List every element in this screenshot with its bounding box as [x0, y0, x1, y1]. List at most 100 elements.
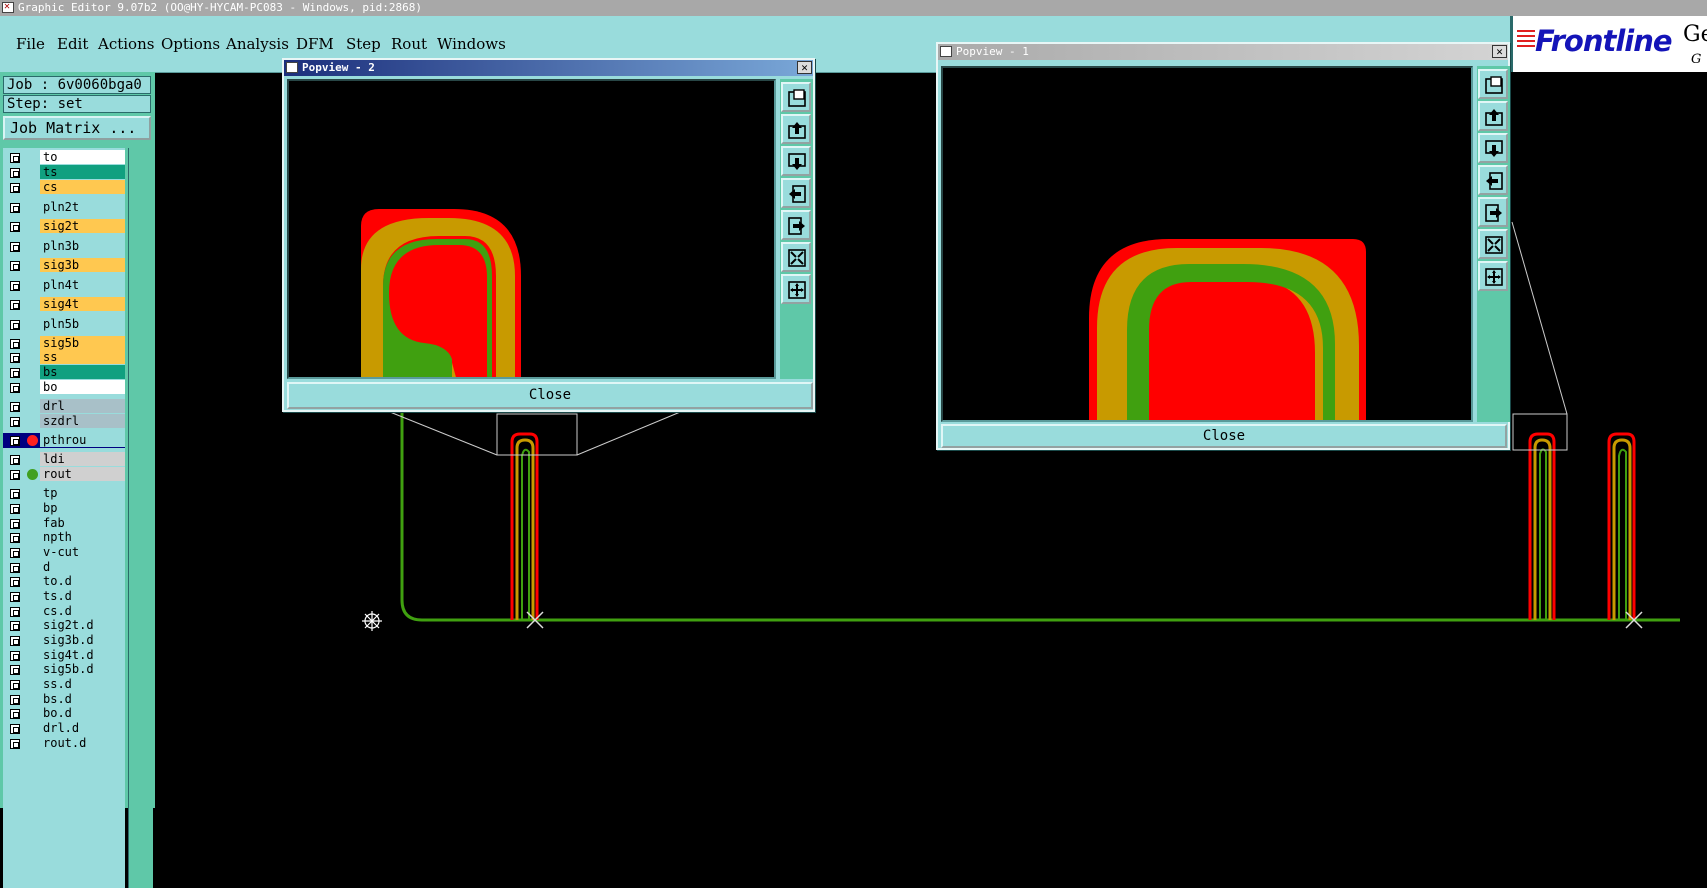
layer-checkbox[interactable]: [10, 724, 20, 734]
layer-checkbox[interactable]: [10, 470, 20, 480]
layer-row-ts-d[interactable]: ts.d: [3, 589, 125, 604]
layer-row-pln3b[interactable]: pln3b: [3, 239, 125, 254]
layer-checkbox[interactable]: [10, 489, 20, 499]
layer-checkbox[interactable]: [10, 592, 20, 602]
layer-row-pln4t[interactable]: pln4t: [3, 278, 125, 293]
layer-row-szdrl[interactable]: szdrl: [3, 414, 125, 429]
pan-left-button[interactable]: [781, 178, 811, 208]
zoom-fit-button[interactable]: [1478, 69, 1508, 99]
layer-row-rout-d[interactable]: rout.d: [3, 736, 125, 751]
layer-checkbox[interactable]: [10, 621, 20, 631]
layer-checkbox[interactable]: [10, 242, 20, 252]
layer-row-rout[interactable]: rout: [3, 467, 125, 482]
layer-checkbox[interactable]: [10, 577, 20, 587]
layer-checkbox[interactable]: [10, 455, 20, 465]
layer-row-sig4t[interactable]: sig4t: [3, 297, 125, 312]
layer-checkbox[interactable]: [10, 607, 20, 617]
layer-checkbox[interactable]: [10, 739, 20, 749]
popview-2-close-button[interactable]: Close: [287, 382, 813, 409]
zoom-in-button[interactable]: [1478, 261, 1508, 291]
layer-checkbox[interactable]: [10, 383, 20, 393]
layer-row-sig2t-d[interactable]: sig2t.d: [3, 618, 125, 633]
pan-down-button[interactable]: [1478, 133, 1508, 163]
layer-row-v-cut[interactable]: v-cut: [3, 545, 125, 560]
layer-row-sig4t-d[interactable]: sig4t.d: [3, 648, 125, 663]
layer-checkbox[interactable]: [10, 402, 20, 412]
layer-checkbox[interactable]: [10, 153, 20, 163]
menu-file[interactable]: File: [16, 35, 45, 53]
pan-right-button[interactable]: [1478, 197, 1508, 227]
layer-checkbox[interactable]: [10, 436, 20, 446]
layer-checkbox[interactable]: [10, 417, 20, 427]
layer-checkbox[interactable]: [10, 339, 20, 349]
menu-dfm[interactable]: DFM: [296, 35, 334, 53]
pan-down-button[interactable]: [781, 146, 811, 176]
menu-options[interactable]: Options: [161, 35, 220, 53]
layer-checkbox[interactable]: [10, 695, 20, 705]
layer-row-to-d[interactable]: to.d: [3, 574, 125, 589]
layer-row-ss[interactable]: ss: [3, 350, 125, 365]
popview-2-view[interactable]: [287, 79, 776, 379]
layer-row-bs[interactable]: bs: [3, 365, 125, 380]
layer-checkbox[interactable]: [10, 353, 20, 363]
layer-row-sig3b[interactable]: sig3b: [3, 258, 125, 273]
layer-row-bs-d[interactable]: bs.d: [3, 692, 125, 707]
popview-1-close-button[interactable]: Close: [941, 424, 1507, 448]
popview-2-titlebar[interactable]: Popview - 2: [284, 60, 813, 76]
layer-checkbox[interactable]: [10, 504, 20, 514]
menu-step[interactable]: Step: [346, 35, 381, 53]
pan-left-button[interactable]: [1478, 165, 1508, 195]
layer-checkbox[interactable]: [10, 519, 20, 529]
menu-rout[interactable]: Rout: [391, 35, 427, 53]
layer-row-fab[interactable]: fab: [3, 516, 125, 531]
layer-row-cs[interactable]: cs: [3, 180, 125, 195]
layer-checkbox[interactable]: [10, 281, 20, 291]
menu-analysis[interactable]: Analysis: [226, 35, 289, 53]
layer-row-bo[interactable]: bo: [3, 380, 125, 395]
layer-row-ts[interactable]: ts: [3, 165, 125, 180]
layer-row-sig5b-d[interactable]: sig5b.d: [3, 662, 125, 677]
layer-checkbox[interactable]: [10, 665, 20, 675]
layer-checkbox[interactable]: [10, 680, 20, 690]
menu-edit[interactable]: Edit: [57, 35, 88, 53]
zoom-fit-button[interactable]: [781, 82, 811, 112]
layer-row-cs-d[interactable]: cs.d: [3, 604, 125, 619]
layer-row-drl-d[interactable]: drl.d: [3, 721, 125, 736]
zoom-out-button[interactable]: [781, 242, 811, 272]
layer-checkbox[interactable]: [10, 261, 20, 271]
zoom-in-button[interactable]: [781, 274, 811, 304]
layer-checkbox[interactable]: [10, 548, 20, 558]
popview-1-close-icon[interactable]: ✕: [1492, 45, 1507, 58]
layer-checkbox[interactable]: [10, 168, 20, 178]
zoom-out-button[interactable]: [1478, 229, 1508, 259]
layer-list-scrollbar[interactable]: [128, 148, 153, 888]
pan-up-button[interactable]: [1478, 101, 1508, 131]
layer-checkbox[interactable]: [10, 222, 20, 232]
layer-row-sig3b-d[interactable]: sig3b.d: [3, 633, 125, 648]
layer-checkbox[interactable]: [10, 563, 20, 573]
layer-row-pln5b[interactable]: pln5b: [3, 317, 125, 332]
layer-checkbox[interactable]: [10, 709, 20, 719]
menu-windows[interactable]: Windows: [437, 35, 506, 53]
layer-row-ldi[interactable]: ldi: [3, 452, 125, 467]
layer-checkbox[interactable]: [10, 300, 20, 310]
layer-checkbox[interactable]: [10, 651, 20, 661]
layer-checkbox[interactable]: [10, 368, 20, 378]
layer-row-npth[interactable]: npth: [3, 530, 125, 545]
layer-row-sig5b[interactable]: sig5b: [3, 336, 125, 351]
layer-row-bo-d[interactable]: bo.d: [3, 706, 125, 721]
layer-checkbox[interactable]: [10, 203, 20, 213]
popview-1-view[interactable]: [941, 66, 1473, 422]
popview-1-titlebar[interactable]: Popview - 1: [938, 44, 1508, 60]
pan-right-button[interactable]: [781, 210, 811, 240]
layer-checkbox[interactable]: [10, 636, 20, 646]
pan-up-button[interactable]: [781, 114, 811, 144]
layer-row-ss-d[interactable]: ss.d: [3, 677, 125, 692]
layer-row-bp[interactable]: bp: [3, 501, 125, 516]
layer-checkbox[interactable]: [10, 320, 20, 330]
layer-row-drl[interactable]: drl: [3, 399, 125, 414]
layer-row-to[interactable]: to: [3, 150, 125, 165]
layer-row-pln2t[interactable]: pln2t: [3, 200, 125, 215]
layer-row-d[interactable]: d: [3, 560, 125, 575]
layer-row-sig2t[interactable]: sig2t: [3, 219, 125, 234]
